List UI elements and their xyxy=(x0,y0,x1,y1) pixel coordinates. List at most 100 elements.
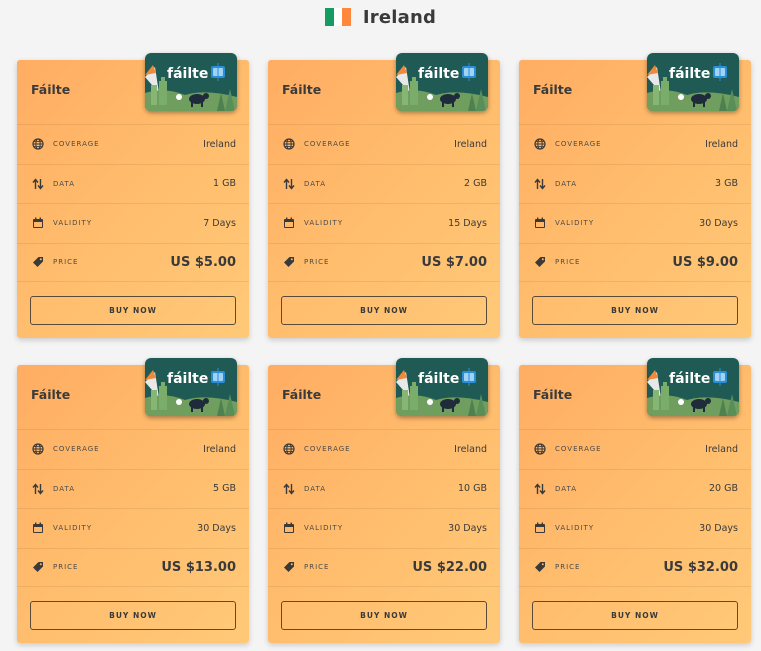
price-tag-icon xyxy=(282,560,296,574)
coverage-value: Ireland xyxy=(203,443,236,455)
esim-card-image: fáilte xyxy=(647,53,739,111)
validity-label: VALIDITY xyxy=(304,524,344,533)
data-value: 10 GB xyxy=(458,483,487,495)
coverage-row: COVERAGE Ireland xyxy=(268,429,500,469)
data-value: 1 GB xyxy=(213,178,236,190)
esim-card-image: fáilte xyxy=(145,53,237,111)
coverage-label: COVERAGE xyxy=(53,445,100,454)
price-row: PRICE US $5.00 xyxy=(17,242,249,282)
price-row: PRICE US $9.00 xyxy=(519,242,751,282)
plan-card: Fáilte fáilte COVERAGE Ireland DATA 1 GB… xyxy=(17,53,249,338)
plan-name: Fáilte xyxy=(533,82,573,97)
data-label: DATA xyxy=(304,484,327,493)
buy-now-button[interactable]: BUY NOW xyxy=(281,601,487,630)
coverage-row: COVERAGE Ireland xyxy=(17,429,249,469)
buy-now-button[interactable]: BUY NOW xyxy=(532,601,738,630)
data-label: DATA xyxy=(555,179,578,188)
coverage-row: COVERAGE Ireland xyxy=(519,124,751,164)
coverage-label: COVERAGE xyxy=(304,140,351,149)
card-header: Fáilte fáilte xyxy=(268,358,500,429)
coverage-row: COVERAGE Ireland xyxy=(17,124,249,164)
plan-name: Fáilte xyxy=(533,387,573,402)
buy-now-button[interactable]: BUY NOW xyxy=(30,296,236,325)
coverage-row: COVERAGE Ireland xyxy=(268,124,500,164)
calendar-icon xyxy=(282,216,296,230)
data-value: 5 GB xyxy=(213,483,236,495)
coverage-row: COVERAGE Ireland xyxy=(519,429,751,469)
price-row: PRICE US $22.00 xyxy=(268,547,500,587)
validity-label: VALIDITY xyxy=(555,524,595,533)
data-row: DATA 10 GB xyxy=(268,468,500,509)
validity-value: 30 Days xyxy=(699,217,738,229)
esim-card-image: fáilte xyxy=(647,358,739,416)
validity-row: VALIDITY 30 Days xyxy=(17,508,249,548)
card-header: Fáilte fáilte xyxy=(17,53,249,124)
svg-text:fáilte: fáilte xyxy=(418,371,459,387)
price-row: PRICE US $32.00 xyxy=(519,547,751,587)
validity-label: VALIDITY xyxy=(555,219,595,228)
page-header: Ireland xyxy=(0,0,761,34)
arrows-up-down-icon xyxy=(31,177,45,191)
esim-card-image: fáilte xyxy=(396,53,488,111)
arrows-up-down-icon xyxy=(533,177,547,191)
price-value: US $7.00 xyxy=(421,254,487,270)
validity-label: VALIDITY xyxy=(53,524,93,533)
arrows-up-down-icon xyxy=(282,482,296,496)
calendar-icon xyxy=(31,216,45,230)
data-value: 20 GB xyxy=(709,483,738,495)
arrows-up-down-icon xyxy=(282,177,296,191)
plan-card: Fáilte fáilte COVERAGE Ireland DATA 2 GB… xyxy=(268,53,500,338)
price-tag-icon xyxy=(533,560,547,574)
price-label: PRICE xyxy=(304,258,330,267)
price-label: PRICE xyxy=(53,258,79,267)
validity-value: 15 Days xyxy=(448,217,487,229)
page-title: Ireland xyxy=(362,6,437,28)
data-value: 3 GB xyxy=(715,178,738,190)
price-label: PRICE xyxy=(304,563,330,572)
esim-card-image: fáilte xyxy=(145,358,237,416)
coverage-value: Ireland xyxy=(705,443,738,455)
price-value: US $9.00 xyxy=(672,254,738,270)
globe-icon xyxy=(533,442,547,456)
data-label: DATA xyxy=(53,179,76,188)
validity-row: VALIDITY 30 Days xyxy=(268,508,500,548)
validity-label: VALIDITY xyxy=(53,219,93,228)
svg-text:fáilte: fáilte xyxy=(167,371,208,387)
globe-icon xyxy=(282,137,296,151)
svg-text:fáilte: fáilte xyxy=(669,66,710,82)
coverage-label: COVERAGE xyxy=(555,445,602,454)
price-row: PRICE US $13.00 xyxy=(17,547,249,587)
coverage-label: COVERAGE xyxy=(304,445,351,454)
globe-icon xyxy=(282,442,296,456)
price-tag-icon xyxy=(31,255,45,269)
coverage-value: Ireland xyxy=(705,138,738,150)
buy-now-button[interactable]: BUY NOW xyxy=(281,296,487,325)
buy-now-button[interactable]: BUY NOW xyxy=(532,296,738,325)
price-value: US $22.00 xyxy=(412,559,487,575)
plan-name: Fáilte xyxy=(282,387,322,402)
calendar-icon xyxy=(31,521,45,535)
card-header: Fáilte fáilte xyxy=(17,358,249,429)
validity-value: 30 Days xyxy=(448,522,487,534)
price-value: US $32.00 xyxy=(663,559,738,575)
plan-name: Fáilte xyxy=(31,82,71,97)
price-value: US $13.00 xyxy=(161,559,236,575)
card-header: Fáilte fáilte xyxy=(268,53,500,124)
arrows-up-down-icon xyxy=(533,482,547,496)
ireland-flag-icon xyxy=(324,8,351,26)
validity-value: 7 Days xyxy=(203,217,236,229)
validity-row: VALIDITY 30 Days xyxy=(519,508,751,548)
calendar-icon xyxy=(533,216,547,230)
validity-label: VALIDITY xyxy=(304,219,344,228)
data-label: DATA xyxy=(53,484,76,493)
validity-value: 30 Days xyxy=(197,522,236,534)
buy-now-button[interactable]: BUY NOW xyxy=(30,601,236,630)
esim-card-image: fáilte xyxy=(396,358,488,416)
svg-text:fáilte: fáilte xyxy=(167,66,208,82)
card-header: Fáilte fáilte xyxy=(519,358,751,429)
coverage-value: Ireland xyxy=(454,138,487,150)
data-row: DATA 2 GB xyxy=(268,163,500,204)
validity-row: VALIDITY 15 Days xyxy=(268,203,500,243)
data-label: DATA xyxy=(555,484,578,493)
globe-icon xyxy=(533,137,547,151)
